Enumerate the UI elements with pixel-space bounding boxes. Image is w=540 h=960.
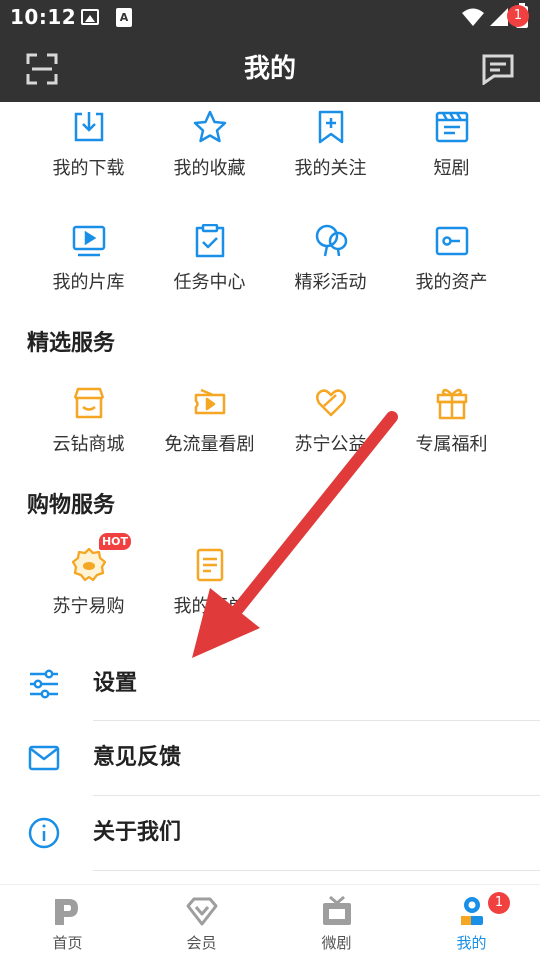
menu-item-about[interactable]: 关于我们 (0, 796, 540, 870)
status-time: 10:12 (10, 5, 77, 29)
nav-badge: 1 (488, 892, 510, 914)
status-bar: 10:12 A ⚡ (0, 0, 540, 36)
nav-label: 我的 (456, 934, 487, 952)
menu-label: 意见反馈 (93, 745, 182, 770)
image-icon (81, 9, 99, 25)
nav-label: 会员 (186, 934, 217, 952)
service-item-free-data[interactable]: 免流量看剧 (149, 386, 270, 486)
menu-item-feedback[interactable]: 意见反馈 (0, 721, 540, 795)
ticket-play-icon (194, 388, 226, 415)
service-item-benefits[interactable]: 专属福利 (391, 386, 512, 486)
star-icon (193, 110, 227, 143)
grid-label: 短剧 (433, 158, 470, 179)
clipboard-check-icon (195, 224, 225, 258)
nav-tab-home[interactable]: 首页 (0, 885, 135, 960)
menu-label: 设置 (93, 671, 138, 696)
message-badge: 1 (507, 5, 529, 27)
grid-label: 精彩活动 (294, 272, 367, 293)
grid-item-my-downloads[interactable]: 我的下载 (28, 110, 149, 210)
grid-label: 任务中心 (173, 272, 246, 293)
grid-item-my-favorites[interactable]: 我的收藏 (149, 110, 270, 210)
grid-label: 我的关注 (294, 158, 367, 179)
service-item-store[interactable]: 云钻商城 (28, 386, 149, 486)
bookmark-plus-icon (318, 110, 344, 144)
service-label: 云钻商城 (52, 434, 125, 455)
grid-item-task-center[interactable]: 任务中心 (149, 224, 270, 324)
page-title: 我的 (243, 54, 296, 84)
nav-tab-drama[interactable]: 微剧 (269, 885, 404, 960)
a-icon: A (116, 8, 132, 27)
settings-sliders-icon (30, 669, 58, 699)
grid-label: 我的片库 (52, 272, 125, 293)
wallet-card-icon (435, 226, 469, 256)
balloon-icon (315, 224, 348, 257)
hot-badge: HOT (99, 533, 131, 550)
grid-item-activities[interactable]: 精彩活动 (270, 224, 391, 324)
message-icon[interactable] (482, 53, 514, 85)
nav-tab-me[interactable]: 我的 (404, 885, 539, 960)
nav-label: 微剧 (321, 934, 352, 952)
info-icon (28, 817, 60, 849)
nav-label: 首页 (52, 934, 83, 952)
shopping-label: 苏宁易购 (52, 596, 125, 617)
grid-item-my-library[interactable]: 我的片库 (28, 224, 149, 324)
grid-label: 我的下载 (52, 158, 125, 179)
heart-hands-icon (316, 389, 346, 417)
service-label: 苏宁公益 (294, 434, 367, 455)
order-document-icon (196, 548, 224, 582)
tv-icon (323, 895, 351, 925)
tv-play-icon (72, 225, 106, 257)
clapperboard-icon (435, 111, 469, 143)
home-p-icon (55, 899, 78, 925)
nav-tab-vip[interactable]: 会员 (134, 885, 269, 960)
grid-item-my-follows[interactable]: 我的关注 (270, 110, 391, 210)
gift-icon (436, 388, 468, 420)
store-icon (73, 387, 105, 419)
bottom-nav: 首页 会员 微剧 我的 (0, 884, 540, 960)
section-title-featured: 精选服务 (27, 331, 116, 356)
download-icon (74, 112, 104, 142)
section-title-shopping: 购物服务 (27, 493, 116, 518)
shopping-label: 我的订单 (173, 596, 246, 617)
menu-label: 关于我们 (93, 820, 182, 845)
grid-item-my-assets[interactable]: 我的资产 (391, 224, 512, 324)
profile-icon (461, 897, 483, 925)
app-header: 我的 (0, 36, 540, 102)
shopping-item-suning[interactable]: 苏宁易购 (28, 548, 149, 648)
menu-item-settings[interactable]: 设置 (0, 647, 540, 721)
suning-lion-icon (72, 548, 106, 582)
diamond-icon (186, 897, 218, 926)
grid-label: 我的收藏 (173, 158, 246, 179)
signal-icon (490, 8, 508, 26)
grid-item-short-drama[interactable]: 短剧 (391, 110, 512, 210)
divider (93, 870, 540, 871)
mail-icon (28, 745, 60, 771)
wifi-icon (462, 8, 484, 26)
grid-label: 我的资产 (415, 272, 488, 293)
service-label: 专属福利 (415, 434, 488, 455)
service-label: 免流量看剧 (164, 434, 255, 455)
shopping-item-my-orders[interactable]: 我的订单 (149, 548, 270, 648)
service-item-charity[interactable]: 苏宁公益 (270, 386, 391, 486)
